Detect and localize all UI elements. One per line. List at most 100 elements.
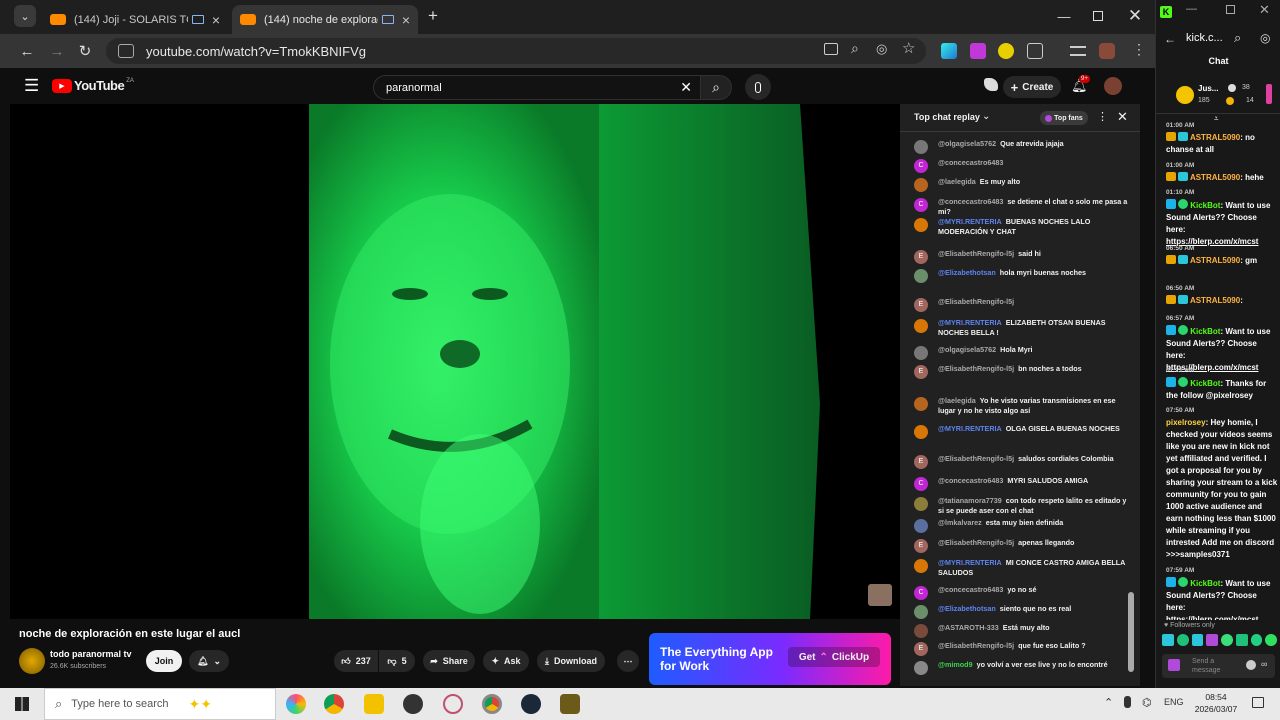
kick-url[interactable]: kick.c... [1186,32,1223,44]
network-icon[interactable]: ⌬ [1142,696,1152,709]
emote-icon[interactable] [1176,634,1189,646]
chevron-down-icon[interactable]: ⌄ [982,111,990,122]
like-button[interactable]: 👍︎ 237 [334,650,378,672]
chat-author[interactable]: @ElisabethRengifo-l5j [938,364,1014,373]
chat-avatar[interactable] [914,519,928,533]
chat-author[interactable]: @ElisabethRengifo-l5j [938,641,1014,650]
chat-avatar[interactable]: E [914,250,928,264]
maximize-button[interactable] [1226,5,1235,14]
extensions-puzzle-icon[interactable] [1027,43,1043,59]
clear-search-icon[interactable]: ✕ [680,79,692,96]
video-player[interactable] [10,104,900,619]
kick-username[interactable]: ASTRAL5090 [1190,296,1240,305]
chat-avatar[interactable] [914,605,928,619]
emoji-icon[interactable] [1246,660,1256,670]
streamer-avatar[interactable] [1176,86,1194,104]
chat-author[interactable]: @laelegida [938,396,976,405]
hamburger-menu-icon[interactable]: ☰ [24,76,39,96]
notifications-icon[interactable] [1252,697,1264,708]
chat-avatar[interactable] [914,218,928,232]
emote-icon[interactable] [1250,634,1263,646]
chat-avatar[interactable] [914,425,928,439]
share-button[interactable]: ➦ Share [423,650,475,672]
taskbar-search-input[interactable]: ⌕ Type here to search ✦✦ [44,688,276,720]
chat-author[interactable]: @mimod9 [938,660,973,669]
chat-avatar[interactable]: C [914,586,928,600]
chat-scrollbar[interactable] [1128,138,1134,678]
tab-noche[interactable]: (144) noche de exploración × [232,5,418,34]
chat-author[interactable]: @lmkalvarez [938,518,982,527]
chat-author[interactable]: @concecastro6483 [938,585,1003,594]
top-fans-button[interactable]: Top fans [1040,111,1088,125]
extension-3-icon[interactable] [998,43,1014,59]
chat-author[interactable]: @concecastro6483 [938,158,1003,167]
chat-author[interactable]: @ASTAROTH-333 [938,623,999,632]
minimize-button[interactable]: — [1186,3,1197,15]
chat-author[interactable]: @olgagisela5762 [938,345,996,354]
chat-author[interactable]: @MYRI.RENTERIA [938,217,1002,226]
kick-username[interactable]: KickBot [1190,327,1220,336]
emote-icon[interactable] [1221,634,1233,646]
chat-author[interactable]: @Elizabethotsan [938,604,996,613]
chat-author[interactable]: @MYRI.RENTERIA [938,318,1002,327]
kick-username[interactable]: pixelrosey [1166,418,1206,427]
game-icon[interactable] [560,694,580,714]
dislike-button[interactable]: 👎︎ 5 [379,650,415,672]
voice-search-button[interactable] [745,74,771,100]
chat-author[interactable]: @ElisabethRengifo-l5j [938,538,1014,547]
chat-author[interactable]: @ElisabethRengifo-l5j [938,249,1014,258]
search-button[interactable]: ⌕ [700,75,732,100]
chat-author[interactable]: @ElisabethRengifo-l5j [938,454,1014,463]
channel-avatar[interactable] [19,648,45,674]
kick-username[interactable]: KickBot [1190,201,1220,210]
chat-menu-icon[interactable]: ⋮ [1097,110,1108,123]
chat-author[interactable]: @ElisabethRengifo-l5j [938,297,1014,306]
tab-search-button[interactable]: ⌄ [14,5,36,27]
chat-avatar[interactable] [914,178,928,192]
chat-avatar[interactable] [914,624,928,638]
close-chat-icon[interactable]: ✕ [1117,109,1128,125]
extension-2-icon[interactable] [970,43,986,59]
infinity-icon[interactable]: ∞ [1261,659,1267,669]
ask-button[interactable]: ✦ Ask [483,650,529,672]
chat-avatar[interactable]: E [914,539,928,553]
back-icon[interactable]: ← [1164,32,1176,46]
chat-author[interactable]: @Elizabethotsan [938,268,996,277]
eye-off-icon[interactable]: ◎ [1260,31,1270,45]
chat-avatar[interactable] [914,346,928,360]
file-explorer-icon[interactable] [364,694,384,714]
subscribe-bell-button[interactable]: 🔔︎ ⌄ [189,650,229,672]
account-avatar[interactable] [1104,77,1122,95]
steam-icon[interactable] [521,694,541,714]
chat-avatar[interactable] [914,397,928,411]
channel-name[interactable]: todo paranormal tv [50,649,132,659]
forward-button[interactable]: → [46,40,68,62]
install-app-icon[interactable] [824,43,838,55]
chat-avatar[interactable]: E [914,455,928,469]
zoom-icon[interactable]: ⌕ [1234,30,1241,46]
reload-button[interactable]: ↻ [74,40,96,62]
chat-avatar[interactable] [914,319,928,333]
language-indicator[interactable]: ENG [1164,697,1184,707]
join-button[interactable]: Join [146,650,182,672]
emote-bar[interactable] [1162,634,1277,650]
kick-message-link[interactable]: https://blerp.com/x/mcst [1166,614,1278,620]
kick-username[interactable]: ASTRAL5090 [1190,173,1240,182]
app-icon[interactable] [443,694,463,714]
emote-icon[interactable] [1265,634,1277,646]
emote-icon[interactable] [1162,634,1174,646]
more-actions-button[interactable]: ⋯ [617,650,639,672]
site-info-icon[interactable] [118,44,134,58]
chat-mode-dropdown[interactable]: Top chat replay [914,112,980,122]
menu-kebab-icon[interactable]: ⋮ [1132,41,1146,58]
minimize-button[interactable]: — [1053,5,1075,27]
chat-author[interactable]: @MYRI.RENTERIA [938,558,1002,567]
kick-username[interactable]: KickBot [1190,379,1220,388]
chat-avatar[interactable]: E [914,298,928,312]
url-field[interactable]: youtube.com/watch?v=TmokKBNIFVg [106,38,926,64]
chat-avatar[interactable] [914,497,928,511]
chat-author[interactable]: @laelegida [938,177,976,186]
obs-icon[interactable] [403,694,423,714]
kick-username[interactable]: ASTRAL5090 [1190,133,1240,142]
chat-author[interactable]: @concecastro6483 [938,476,1003,485]
